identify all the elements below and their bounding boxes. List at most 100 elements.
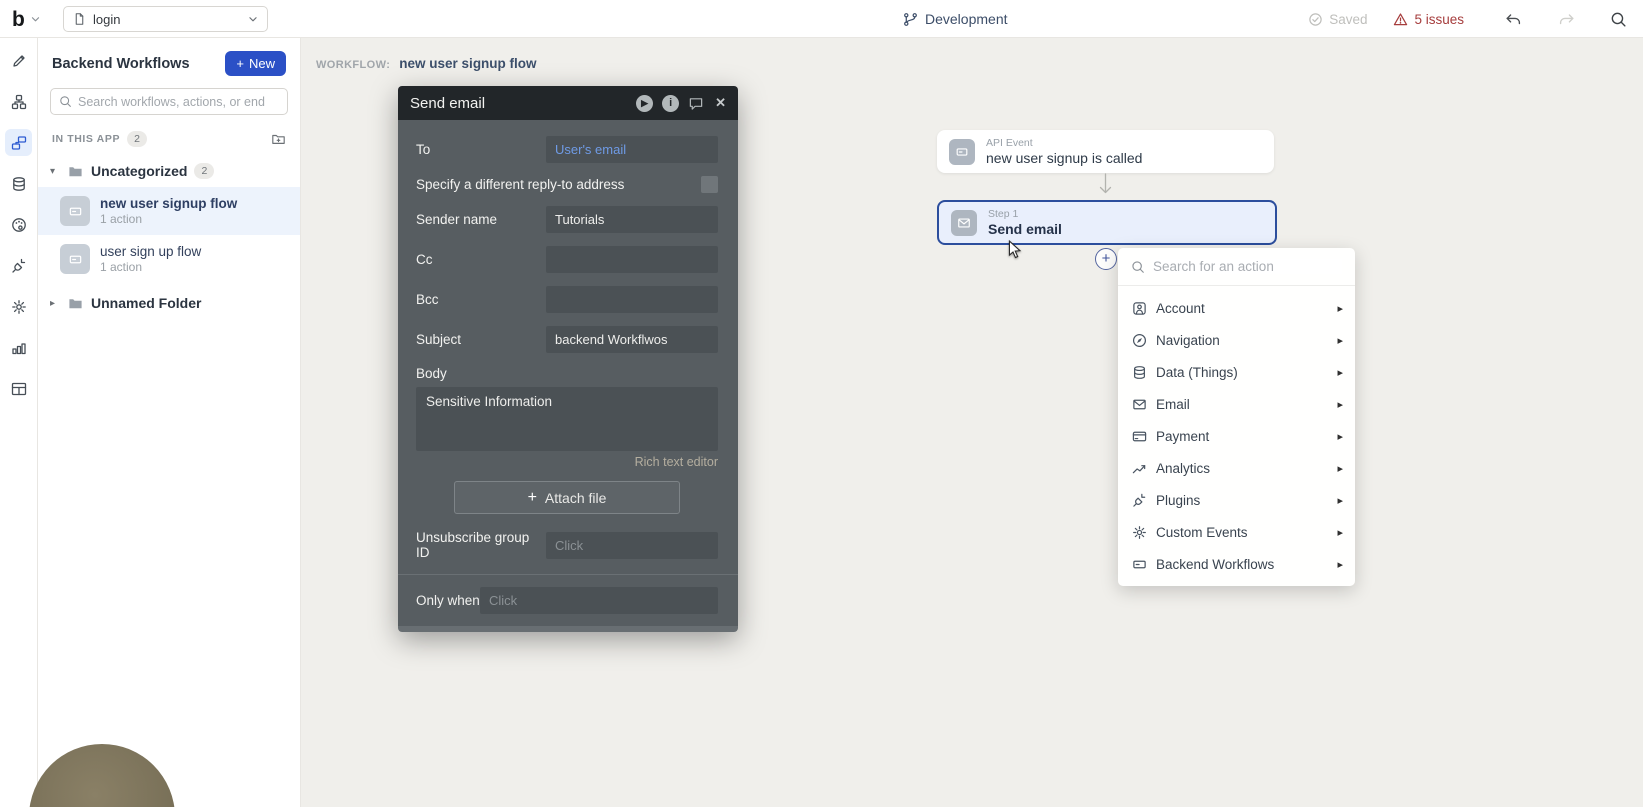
bcc-label: Bcc: [416, 292, 546, 307]
api-event-node[interactable]: API Event new user signup is called: [937, 130, 1274, 173]
app-window: b login Development Saved 5 issues: [0, 0, 1643, 807]
nav-backend-workflows-icon[interactable]: [5, 129, 32, 156]
subject-label: Subject: [416, 332, 546, 347]
action-menu-item-navigation[interactable]: Navigation ▸: [1118, 324, 1355, 356]
send-email-modal: Send email ▶ i ✕ To Specify a different …: [398, 86, 738, 632]
nav-logs-bar-chart-icon[interactable]: [5, 334, 32, 361]
redo-icon[interactable]: [1559, 11, 1576, 28]
chevron-right-icon: ▸: [1337, 334, 1343, 347]
nav-layout-grid-icon[interactable]: [5, 375, 32, 402]
action-menu-item-account[interactable]: Account ▸: [1118, 292, 1355, 324]
action-search-input[interactable]: [1153, 259, 1342, 274]
comment-icon[interactable]: [688, 96, 704, 111]
workflow-item-new-user-signup-flow[interactable]: new user signup flow 1 action: [38, 187, 300, 235]
branch-icon: [903, 12, 918, 27]
subject-input[interactable]: [546, 326, 718, 353]
analytics-icon: [1132, 461, 1147, 476]
action-menu-item-backend-workflows[interactable]: Backend Workflows ▸: [1118, 548, 1355, 580]
action-menu-item-data-things[interactable]: Data (Things) ▸: [1118, 356, 1355, 388]
workflow-search-input[interactable]: [78, 95, 279, 109]
chevron-right-icon: ▸: [1337, 494, 1343, 507]
nav-design-pencil-icon[interactable]: [5, 47, 32, 74]
caret-down-icon: ▾: [50, 166, 60, 177]
chevron-right-icon: ▸: [1337, 430, 1343, 443]
run-play-icon[interactable]: ▶: [636, 95, 653, 112]
sender-name-input[interactable]: [546, 206, 718, 233]
search-icon: [59, 95, 72, 108]
bubble-logo-menu[interactable]: b: [12, 0, 40, 38]
search-icon[interactable]: [1610, 11, 1627, 28]
action-menu-item-analytics[interactable]: Analytics ▸: [1118, 452, 1355, 484]
modal-body: To Specify a different reply-to address …: [398, 120, 738, 632]
folder-count-badge: 2: [194, 163, 214, 179]
chevron-down-icon: [248, 16, 258, 23]
plus-icon: +: [528, 489, 537, 507]
bcc-input[interactable]: [546, 286, 718, 313]
workflow-name: new user signup flow: [399, 56, 536, 71]
flow-arrow-down-icon: [1097, 172, 1114, 198]
chevron-right-icon: ▸: [1337, 302, 1343, 315]
new-workflow-button[interactable]: + New: [225, 51, 286, 76]
plugins-icon: [1132, 493, 1147, 508]
app-selector-dropdown[interactable]: login: [63, 6, 268, 32]
nav-plugins-icon[interactable]: [5, 252, 32, 279]
account-icon: [1132, 301, 1147, 316]
add-step-button[interactable]: +: [1095, 248, 1117, 270]
action-search-menu: Account ▸ Navigation ▸ Data (Things) ▸ E…: [1118, 248, 1355, 586]
reply-to-checkbox[interactable]: [701, 176, 718, 193]
body-textarea[interactable]: Sensitive Information: [416, 387, 718, 451]
navigation-icon: [1132, 333, 1147, 348]
issues-indicator[interactable]: 5 issues: [1393, 12, 1464, 27]
section-count-badge: 2: [127, 131, 147, 147]
saved-label: Saved: [1329, 12, 1367, 27]
to-input[interactable]: [546, 136, 718, 163]
topbar-actions: Saved 5 issues: [1308, 0, 1643, 38]
email-tile-icon: [951, 210, 977, 236]
close-icon[interactable]: ✕: [715, 95, 726, 111]
workflow-label: WORKFLOW:: [316, 59, 390, 71]
nav-sitemap-icon[interactable]: [5, 88, 32, 115]
search-icon: [1131, 260, 1145, 274]
chevron-right-icon: ▸: [1337, 366, 1343, 379]
only-when-input[interactable]: [480, 587, 718, 614]
attach-file-button[interactable]: + Attach file: [454, 481, 680, 514]
undo-icon[interactable]: [1504, 11, 1521, 28]
left-icon-rail: [0, 38, 38, 807]
action-menu-item-email[interactable]: Email ▸: [1118, 388, 1355, 420]
workflow-breadcrumb: WORKFLOW: new user signup flow: [316, 56, 537, 71]
nav-palette-icon[interactable]: [5, 211, 32, 238]
sender-name-label: Sender name: [416, 212, 546, 227]
add-folder-icon[interactable]: [271, 132, 286, 146]
nav-database-icon[interactable]: [5, 170, 32, 197]
mouse-cursor: [1006, 240, 1024, 260]
body-label: Body: [416, 366, 718, 381]
backend-workflows-icon: [1132, 557, 1147, 572]
environment-selector[interactable]: Development: [903, 0, 1008, 38]
step-1-send-email-node[interactable]: Step 1 Send email: [937, 200, 1277, 245]
folder-uncategorized[interactable]: ▾ Uncategorized 2: [38, 155, 300, 187]
folder-open-icon: [67, 164, 84, 179]
rich-text-editor-link[interactable]: Rich text editor: [416, 455, 718, 469]
folder-unnamed[interactable]: ▸ Unnamed Folder: [38, 287, 300, 319]
action-category-list: Account ▸ Navigation ▸ Data (Things) ▸ E…: [1118, 286, 1355, 580]
cc-input[interactable]: [546, 246, 718, 273]
panel-header: Backend Workflows + New: [38, 38, 300, 86]
workflow-item-user-sign-up-flow[interactable]: user sign up flow 1 action: [38, 235, 300, 283]
modal-header[interactable]: Send email ▶ i ✕: [398, 86, 738, 120]
unsubscribe-group-input[interactable]: [546, 532, 718, 559]
chevron-down-icon: [31, 16, 40, 23]
caret-right-icon: ▸: [50, 298, 60, 309]
bubble-logo: b: [12, 9, 25, 30]
in-this-app-section: IN THIS APP 2: [38, 115, 300, 155]
panel-title: Backend Workflows: [52, 56, 190, 72]
action-menu-item-plugins[interactable]: Plugins ▸: [1118, 484, 1355, 516]
chevron-right-icon: ▸: [1337, 526, 1343, 539]
nav-settings-gear-icon[interactable]: [5, 293, 32, 320]
warning-triangle-icon: [1393, 12, 1408, 27]
top-bar: b login Development Saved 5 issues: [0, 0, 1643, 38]
section-label: IN THIS APP: [52, 133, 120, 145]
workflow-tile-icon: [60, 244, 90, 274]
info-icon[interactable]: i: [662, 95, 679, 112]
action-menu-item-custom-events[interactable]: Custom Events ▸: [1118, 516, 1355, 548]
action-menu-item-payment[interactable]: Payment ▸: [1118, 420, 1355, 452]
